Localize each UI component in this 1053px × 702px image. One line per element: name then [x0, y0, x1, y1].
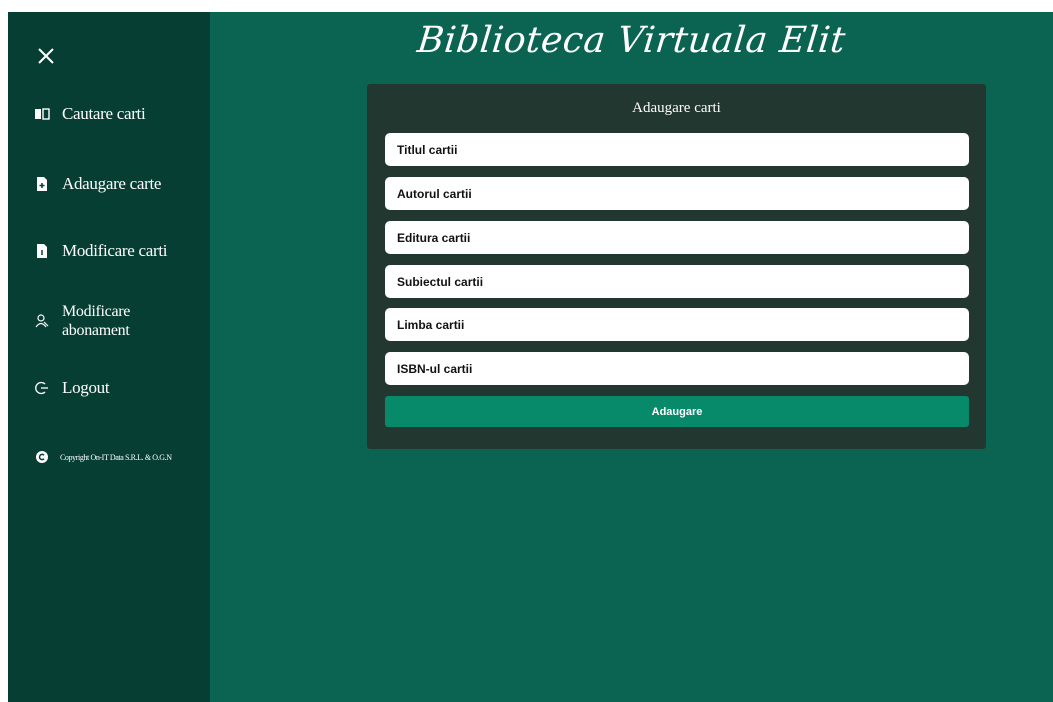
app-title: Biblioteca Virtuala Elit [415, 20, 848, 61]
add-book-button[interactable]: Adaugare [385, 396, 969, 427]
book-author-input[interactable] [385, 177, 969, 210]
sidebar-item-label: Logout [62, 378, 110, 397]
copyright: Copyright On-IT Data S.R.L. & O.G.N [36, 451, 172, 463]
sidebar: Cautare carti Adaugare carte Modificare … [8, 12, 210, 702]
sidebar-item-label: Modificare carti [62, 241, 168, 260]
copyright-text: Copyright On-IT Data S.R.L. & O.G.N [60, 452, 172, 462]
app-frame: Cautare carti Adaugare carte Modificare … [8, 12, 1053, 702]
sidebar-item-label: Cautare carti [62, 104, 146, 123]
sidebar-item-cautare-carti[interactable]: Cautare carti [32, 104, 146, 124]
sidebar-item-adaugare-carte[interactable]: Adaugare carte [32, 174, 161, 194]
file-plus-icon [32, 177, 52, 191]
copyright-icon [36, 451, 48, 463]
add-books-form: Adaugare carti Adaugare [367, 84, 986, 449]
book-subject-input[interactable] [385, 265, 969, 298]
file-edit-icon [32, 244, 52, 258]
book-publisher-input[interactable] [385, 221, 969, 254]
book-title-input[interactable] [385, 133, 969, 166]
user-subscription-icon [32, 314, 52, 328]
book-open-icon [32, 107, 52, 121]
book-language-input[interactable] [385, 308, 969, 341]
sidebar-item-modificare-abonament[interactable]: Modificare abonament [32, 302, 130, 340]
logout-icon [32, 381, 52, 395]
form-title: Adaugare carti [632, 100, 721, 116]
sidebar-item-modificare-carti[interactable]: Modificare carti [32, 241, 167, 261]
sidebar-item-label: Modificare abonament [62, 303, 131, 339]
sidebar-item-logout[interactable]: Logout [32, 378, 110, 398]
book-isbn-input[interactable] [385, 352, 969, 385]
sidebar-item-label: Adaugare carte [62, 174, 162, 193]
close-icon[interactable] [35, 45, 57, 67]
